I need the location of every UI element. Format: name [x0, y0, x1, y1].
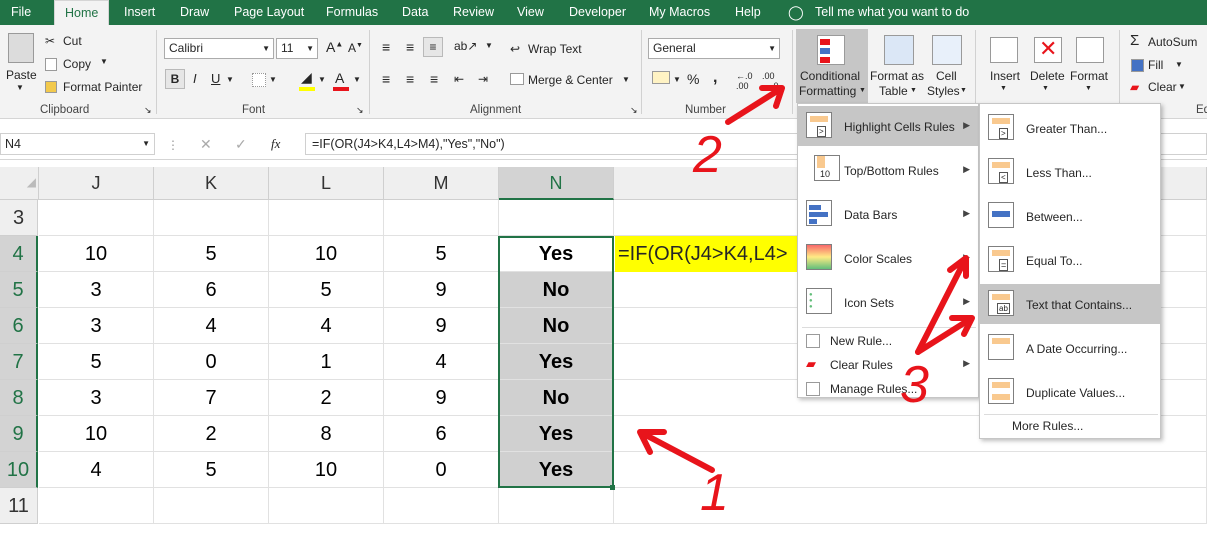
annotation-number-1: 1: [700, 464, 729, 522]
annotation-number-3: 3: [900, 356, 929, 414]
annotation-number-2: 2: [692, 126, 722, 184]
annotation-arrow-2: [725, 85, 785, 125]
annotation-overlay: 1 2 3: [637, 85, 975, 522]
